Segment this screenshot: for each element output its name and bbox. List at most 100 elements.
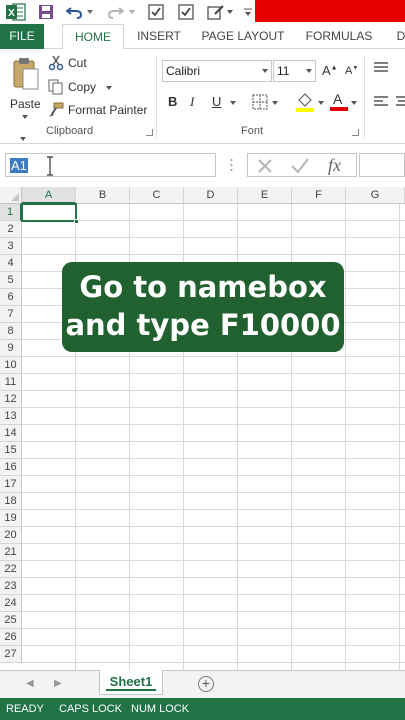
save-icon[interactable] xyxy=(36,2,56,22)
row-header[interactable]: 16 xyxy=(0,459,22,476)
row-header[interactable]: 18 xyxy=(0,493,22,510)
column-header-g[interactable]: G xyxy=(346,187,405,204)
row-header[interactable]: 22 xyxy=(0,561,22,578)
row-header[interactable]: 27 xyxy=(0,646,22,663)
undo-icon[interactable] xyxy=(64,2,84,22)
row-header[interactable]: 25 xyxy=(0,612,22,629)
grow-font-letter: A xyxy=(322,63,331,78)
font-color-button[interactable]: A xyxy=(330,91,348,113)
active-cell[interactable] xyxy=(21,203,77,222)
bold-button[interactable]: B xyxy=(168,94,177,109)
formula-input[interactable] xyxy=(359,153,405,177)
fill-color-dropdown-icon[interactable] xyxy=(318,101,324,105)
row-header[interactable]: 23 xyxy=(0,578,22,595)
status-bar: READY CAPS LOCK NUM LOCK xyxy=(0,698,405,720)
column-header-a[interactable]: A xyxy=(22,187,76,204)
row-header[interactable]: 11 xyxy=(0,374,22,391)
underline-button[interactable]: U xyxy=(212,94,221,109)
font-color-dropdown-icon[interactable] xyxy=(351,101,357,105)
shrink-font-button[interactable]: A▼ xyxy=(345,65,358,77)
tab-insert[interactable]: INSERT xyxy=(136,24,182,49)
column-header-c[interactable]: C xyxy=(130,187,184,204)
instruction-caption: Go to namebox and type F10000 xyxy=(62,262,344,352)
add-sheet-icon[interactable]: + xyxy=(198,676,214,692)
name-box[interactable]: A1 xyxy=(5,153,216,177)
borders-icon[interactable] xyxy=(252,94,268,113)
row-header[interactable]: 17 xyxy=(0,476,22,493)
row-header[interactable]: 3 xyxy=(0,238,22,255)
font-launcher-icon[interactable] xyxy=(352,129,359,136)
row-header[interactable]: 15 xyxy=(0,442,22,459)
row-header[interactable]: 19 xyxy=(0,510,22,527)
row-header[interactable]: 6 xyxy=(0,289,22,306)
name-box-splitter-icon[interactable] xyxy=(230,158,233,175)
font-name-select[interactable]: Calibri xyxy=(162,60,272,82)
insert-function-button[interactable]: fx xyxy=(328,155,341,176)
scissors-icon xyxy=(48,55,64,74)
row-header[interactable]: 10 xyxy=(0,357,22,374)
sheet-prev-icon[interactable]: ◀ xyxy=(26,678,34,689)
underline-dropdown-icon[interactable] xyxy=(230,101,236,105)
column-header-f[interactable]: F xyxy=(292,187,346,204)
row-header[interactable]: 14 xyxy=(0,425,22,442)
fill-handle[interactable] xyxy=(74,219,79,224)
font-size-select[interactable]: 11 xyxy=(273,60,316,82)
row-header[interactable]: 20 xyxy=(0,527,22,544)
tab-data[interactable]: D xyxy=(394,24,405,49)
cancel-icon[interactable] xyxy=(256,157,274,178)
row-header[interactable]: 12 xyxy=(0,391,22,408)
cut-button[interactable]: Cut xyxy=(48,55,108,73)
row-header[interactable]: 1 xyxy=(0,204,22,221)
select-all-button[interactable] xyxy=(0,187,22,204)
paste-button[interactable]: Paste xyxy=(6,55,44,119)
font-group-label: Font xyxy=(241,125,264,137)
tab-file[interactable]: FILE xyxy=(0,24,44,49)
align-left-icon[interactable] xyxy=(373,95,389,112)
form-edit-dropdown-icon[interactable] xyxy=(226,2,234,22)
align-top-icon[interactable] xyxy=(373,61,389,78)
borders-dropdown-icon[interactable] xyxy=(272,101,278,105)
grow-font-button[interactable]: A▲ xyxy=(322,63,338,78)
tab-home[interactable]: HOME xyxy=(62,24,124,50)
formula-buttons: fx xyxy=(247,153,357,177)
sheet-next-icon[interactable]: ▶ xyxy=(54,678,62,689)
copy-button[interactable]: Copy xyxy=(48,79,118,97)
column-header-b[interactable]: B xyxy=(76,187,130,204)
italic-button[interactable]: I xyxy=(190,94,194,110)
row-header[interactable]: 5 xyxy=(0,272,22,289)
row-header[interactable]: 2 xyxy=(0,221,22,238)
caption-line-2: and type F10000 xyxy=(65,308,341,342)
align-center-icon[interactable] xyxy=(396,95,405,112)
redo-icon[interactable] xyxy=(106,2,126,22)
text-cursor-icon xyxy=(46,156,54,179)
sheet-tab[interactable]: Sheet1 xyxy=(99,670,163,695)
formula-bar: A1 fx xyxy=(0,144,405,188)
row-header[interactable]: 9 xyxy=(0,340,22,357)
format-painter-button[interactable]: Format Painter xyxy=(48,102,152,120)
fill-color-icon[interactable] xyxy=(296,92,314,115)
enter-check-icon[interactable] xyxy=(290,157,310,178)
column-header-d[interactable]: D xyxy=(184,187,238,204)
undo-dropdown-icon[interactable] xyxy=(86,2,94,22)
row-header[interactable]: 4 xyxy=(0,255,22,272)
row-header[interactable]: 21 xyxy=(0,544,22,561)
checkbox-icon[interactable] xyxy=(176,2,196,22)
caption-line-1: Go to namebox xyxy=(79,270,327,304)
clipboard-launcher-icon[interactable] xyxy=(146,129,153,136)
group-separator xyxy=(364,55,365,139)
ribbon-collapse-icon[interactable] xyxy=(20,137,26,141)
row-header[interactable]: 7 xyxy=(0,306,22,323)
row-header[interactable]: 13 xyxy=(0,408,22,425)
row-header[interactable]: 24 xyxy=(0,595,22,612)
tab-formulas[interactable]: FORMULAS xyxy=(304,24,374,49)
form-edit-icon[interactable] xyxy=(206,2,226,22)
row-header[interactable]: 8 xyxy=(0,323,22,340)
column-header-e[interactable]: E xyxy=(238,187,292,204)
checkbox-icon[interactable] xyxy=(146,2,166,22)
worksheet-grid[interactable]: A B C D E F G 1 2 3 4 5 6 7 8 9 10 11 12… xyxy=(0,187,405,670)
redo-dropdown-icon[interactable] xyxy=(128,2,136,22)
customize-qat-icon[interactable] xyxy=(243,2,253,22)
tab-page-layout[interactable]: PAGE LAYOUT xyxy=(201,24,285,49)
row-header[interactable]: 26 xyxy=(0,629,22,646)
group-separator xyxy=(156,55,157,139)
